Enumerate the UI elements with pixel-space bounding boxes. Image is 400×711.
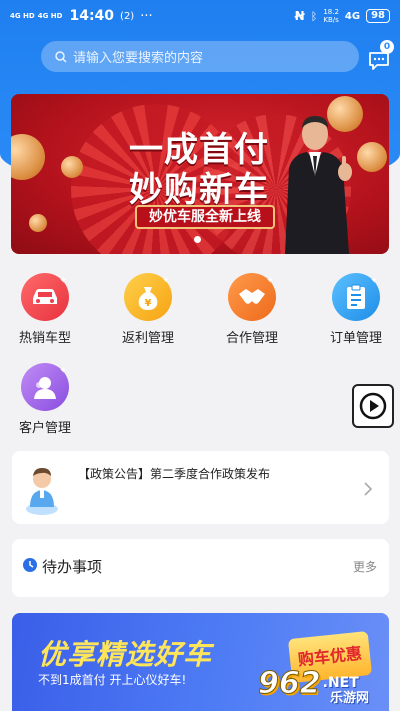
grid-item-orders[interactable]: ✦ 订单管理 bbox=[316, 273, 396, 346]
announcer-avatar-icon bbox=[26, 468, 58, 515]
grid-label: 返利管理 bbox=[121, 331, 174, 346]
todo-card: 待办事项 更多 bbox=[12, 539, 389, 597]
speed-value: 18.2 bbox=[323, 8, 339, 16]
more-dots: ··· bbox=[140, 8, 153, 24]
status-bar: 4G HD 4G HD 14:40 (2) ··· Ꞥ ᛒ 18.2 KB/s … bbox=[0, 0, 400, 32]
gold-ball-decoration bbox=[61, 156, 83, 178]
search-input[interactable]: 请输入您要搜索的内容 bbox=[41, 41, 359, 72]
message-count-badge: 0 bbox=[380, 40, 394, 54]
watermark-name: 乐游网 bbox=[330, 691, 370, 706]
grid-label: 热销车型 bbox=[18, 331, 71, 346]
promo-title: 优享精选好车 bbox=[38, 638, 213, 671]
site-watermark: 962 .NET 乐游网 bbox=[258, 660, 370, 706]
todo-more-link[interactable]: 更多 bbox=[353, 558, 377, 575]
banner-headline-2: 妙购新车 bbox=[129, 170, 269, 210]
notice-card[interactable]: 【政策公告】第二季度合作政策发布 bbox=[12, 451, 389, 524]
promo-banner[interactable]: 一成首付 妙购新车 妙优车服全新上线 bbox=[11, 94, 389, 254]
speed-unit: KB/s bbox=[323, 16, 339, 24]
clock-icon bbox=[23, 558, 37, 572]
battery-indicator: 98 bbox=[366, 9, 390, 23]
search-placeholder: 请输入您要搜索的内容 bbox=[73, 51, 204, 66]
carousel-indicator[interactable] bbox=[194, 236, 201, 243]
signal-indicator-1: 4G HD bbox=[10, 12, 35, 20]
car-icon: ✦ bbox=[21, 273, 69, 321]
banner-tag: 妙优车服全新上线 bbox=[135, 205, 275, 229]
search-icon bbox=[55, 50, 67, 63]
todo-title: 待办事项 bbox=[42, 558, 103, 576]
chevron-right-icon bbox=[364, 482, 373, 496]
network-type: 4G bbox=[344, 10, 361, 22]
promo-subtitle: 不到1成首付 开上心仪好车! bbox=[38, 673, 187, 687]
gold-ball-decoration bbox=[357, 142, 387, 172]
status-time: 14:40 bbox=[69, 8, 115, 24]
nfc-icon: Ꞥ bbox=[294, 9, 305, 23]
notice-text: 【政策公告】第二季度合作政策发布 bbox=[78, 467, 271, 481]
grid-label: 订单管理 bbox=[329, 331, 382, 346]
money-bag-icon: ¥ ✦ bbox=[124, 273, 172, 321]
gold-ball-decoration bbox=[29, 214, 47, 232]
customer-icon: ✦ bbox=[21, 363, 69, 411]
play-icon bbox=[359, 392, 387, 420]
spokesperson-image bbox=[285, 116, 352, 254]
signal-indicator-2: 4G HD bbox=[37, 12, 63, 20]
grid-item-hot-models[interactable]: ✦ 热销车型 bbox=[5, 273, 85, 346]
network-speed: 18.2 KB/s bbox=[323, 8, 339, 24]
grid-item-customers[interactable]: ✦ 客户管理 bbox=[5, 363, 85, 436]
video-play-button[interactable] bbox=[352, 384, 394, 428]
handshake-icon: ✦ bbox=[228, 273, 276, 321]
watermark-number: 962 bbox=[258, 665, 322, 701]
gold-ball-decoration bbox=[11, 134, 45, 180]
grid-item-cooperation[interactable]: ✦ 合作管理 bbox=[212, 273, 292, 346]
message-button[interactable]: 0 bbox=[366, 40, 394, 72]
bluetooth-icon: ᛒ bbox=[310, 9, 318, 23]
notification-badge: (2) bbox=[120, 10, 135, 22]
clipboard-icon: ✦ bbox=[332, 273, 380, 321]
svg-text:¥: ¥ bbox=[145, 298, 152, 309]
grid-item-rebate[interactable]: ¥ ✦ 返利管理 bbox=[108, 273, 188, 346]
grid-label: 客户管理 bbox=[18, 421, 71, 436]
grid-label: 合作管理 bbox=[225, 331, 278, 346]
